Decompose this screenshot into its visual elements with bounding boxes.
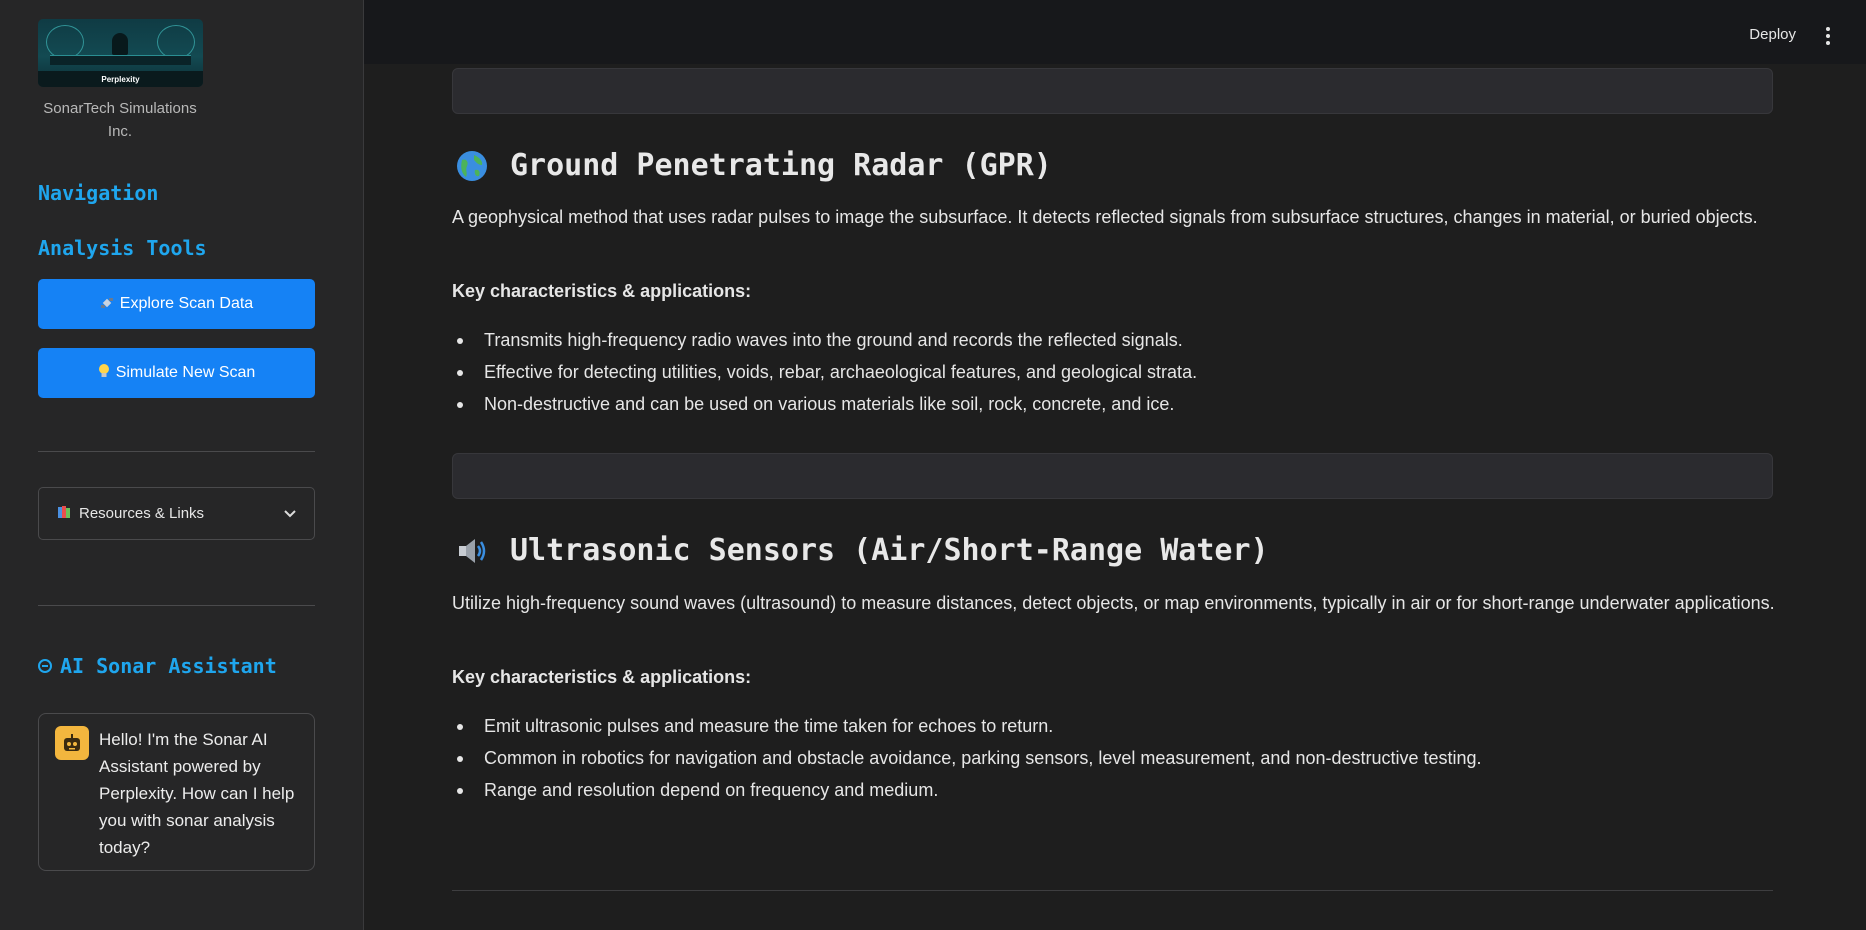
key-characteristics-label-gpr: Key characteristics & applications: bbox=[452, 281, 752, 301]
simulate-new-scan-button[interactable]: Simulate New Scan bbox=[38, 348, 315, 398]
section-title-ultrasonic: Ultrasonic Sensors (Air/Short-Range Wate… bbox=[456, 533, 1269, 568]
books-icon bbox=[57, 505, 73, 523]
bullet-list-ultrasonic: Emit ultrasonic pulses and measure the t… bbox=[452, 710, 1482, 806]
assistant-message-text: Hello! I'm the Sonar AI Assistant powere… bbox=[99, 730, 295, 857]
chevron-down-icon bbox=[284, 506, 296, 521]
ai-assistant-title-text: AI Sonar Assistant bbox=[60, 654, 277, 678]
analysis-tools-title: Analysis Tools bbox=[38, 236, 207, 260]
simulate-new-scan-label: Simulate New Scan bbox=[115, 364, 256, 381]
section-description-gpr: A geophysical method that uses radar pul… bbox=[452, 207, 1758, 227]
list-item: Common in robotics for navigation and ob… bbox=[452, 742, 1482, 774]
list-item: Effective for detecting utilities, voids… bbox=[452, 356, 1197, 388]
sidebar: Perplexity SonarTech Simulations Inc. Na… bbox=[0, 0, 364, 930]
top-header: Deploy bbox=[364, 0, 1866, 64]
empty-container bbox=[452, 68, 1773, 114]
globe-icon bbox=[456, 150, 488, 182]
sidebar-divider bbox=[38, 451, 315, 452]
robot-icon bbox=[38, 654, 52, 678]
list-item: Non-destructive and can be used on vario… bbox=[452, 388, 1197, 420]
section-title-ultrasonic-text: Ultrasonic Sensors (Air/Short-Range Wate… bbox=[510, 533, 1269, 568]
navigation-title: Navigation bbox=[38, 181, 159, 205]
explore-scan-data-label: Explore Scan Data bbox=[119, 295, 254, 312]
satellite-icon bbox=[100, 296, 114, 313]
speaker-icon bbox=[456, 535, 488, 567]
resources-links-expander[interactable]: Resources & Links bbox=[38, 487, 315, 540]
empty-container bbox=[452, 453, 1773, 499]
key-characteristics-label-ultrasonic: Key characteristics & applications: bbox=[452, 667, 752, 687]
list-item: Range and resolution depend on frequency… bbox=[452, 774, 1482, 806]
logo-brand-text: Perplexity bbox=[101, 74, 140, 84]
resources-links-label: Resources & Links bbox=[79, 505, 205, 522]
section-description-ultrasonic: Utilize high-frequency sound waves (ultr… bbox=[452, 593, 1775, 613]
list-item: Emit ultrasonic pulses and measure the t… bbox=[452, 710, 1482, 742]
list-item: Transmits high-frequency radio waves int… bbox=[452, 324, 1197, 356]
assistant-chat-message: Hello! I'm the Sonar AI Assistant powere… bbox=[38, 713, 315, 871]
section-title-gpr: Ground Penetrating Radar (GPR) bbox=[456, 148, 1052, 183]
bullet-list-gpr: Transmits high-frequency radio waves int… bbox=[452, 324, 1197, 420]
deploy-button[interactable]: Deploy bbox=[1749, 26, 1796, 43]
bot-avatar bbox=[55, 726, 89, 760]
explore-scan-data-button[interactable]: Explore Scan Data bbox=[38, 279, 315, 329]
content-divider bbox=[452, 890, 1773, 891]
robot-face-icon bbox=[64, 734, 80, 751]
company-logo: Perplexity bbox=[38, 19, 203, 87]
ai-assistant-title: AI Sonar Assistant bbox=[38, 654, 277, 678]
lightbulb-icon bbox=[98, 363, 110, 384]
company-name: SonarTech Simulations Inc. bbox=[43, 100, 197, 140]
sidebar-divider bbox=[38, 605, 315, 606]
section-title-gpr-text: Ground Penetrating Radar (GPR) bbox=[510, 148, 1052, 183]
kebab-menu-icon[interactable] bbox=[1826, 27, 1830, 48]
